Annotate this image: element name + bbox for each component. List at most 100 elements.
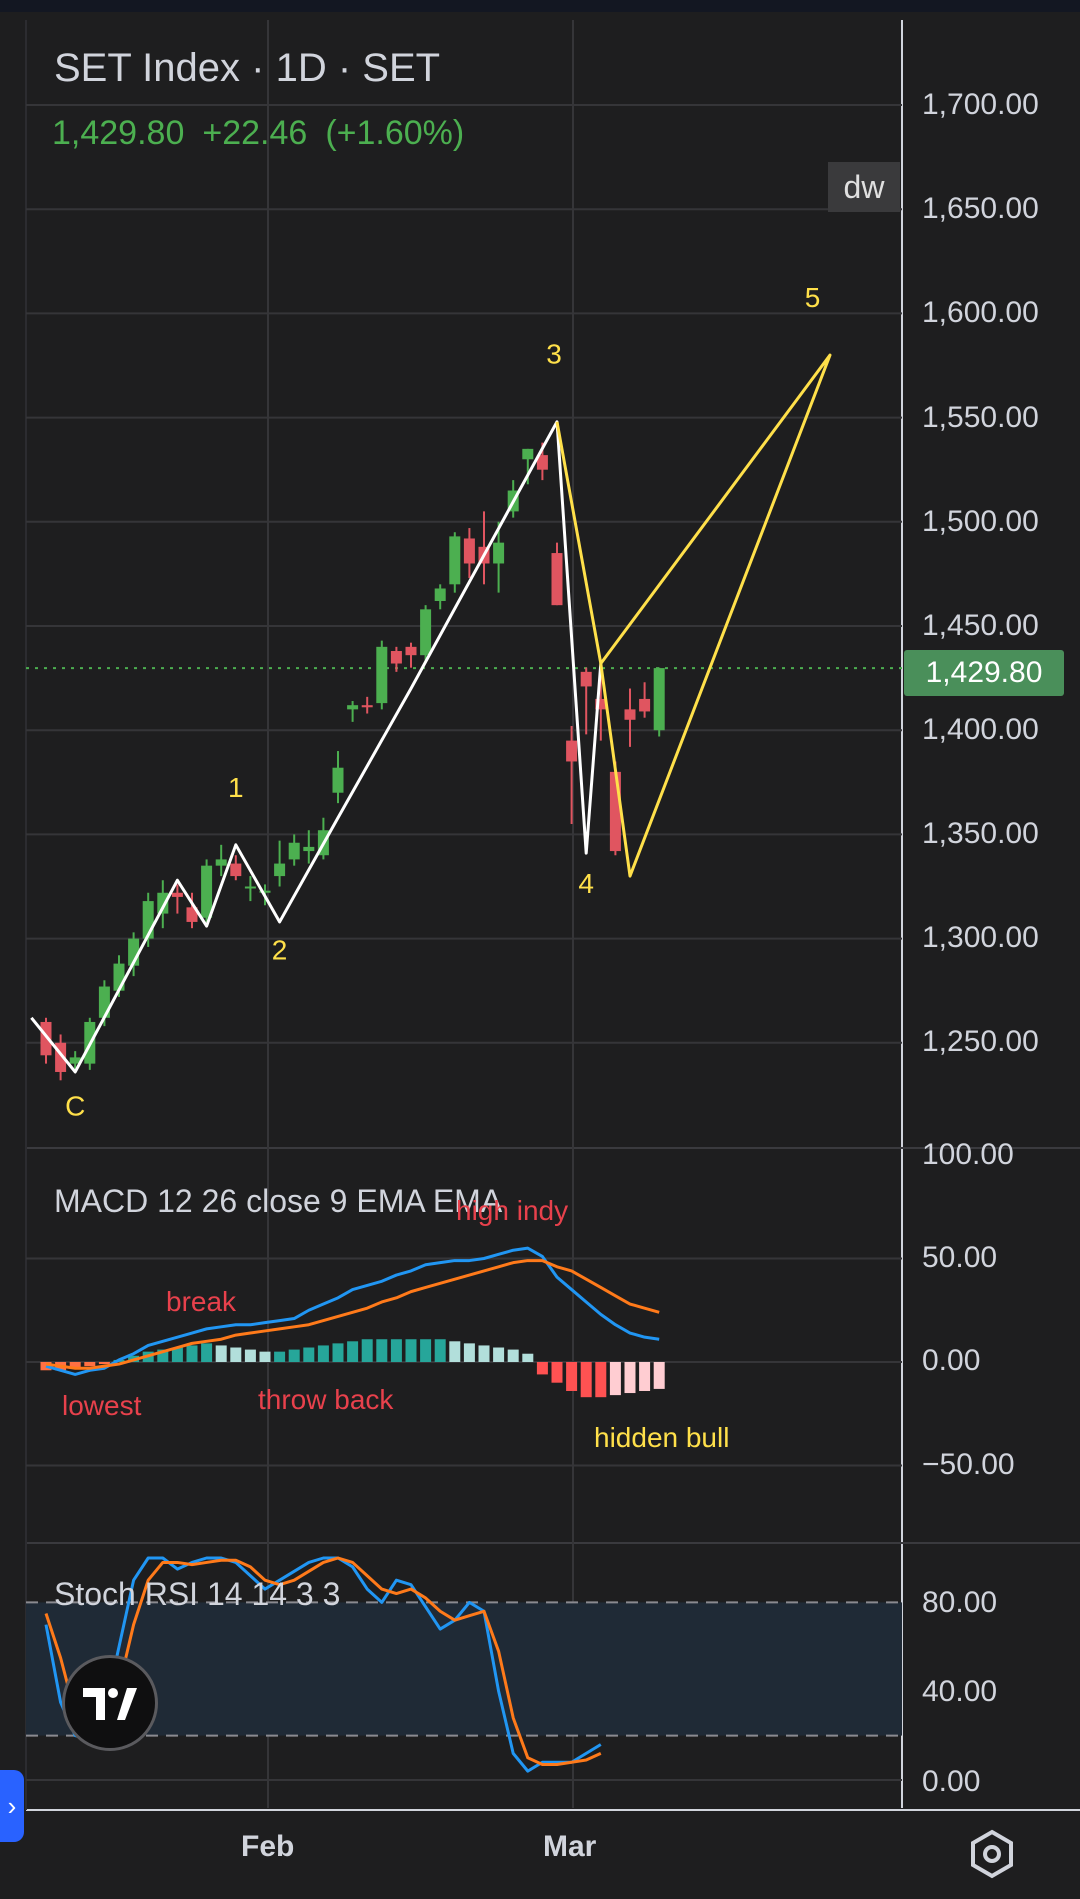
candle [376,646,388,704]
price-axis-tick: 1,700.00 [922,88,1039,121]
wave-label: 2 [272,934,288,965]
candle [288,842,300,860]
last-price-marker: 1,429.80 [904,650,1064,696]
macd-pane-title[interactable]: MACD 12 26 close 9 EMA EMA [54,1183,502,1220]
candle [201,865,213,918]
macd-histogram-bar [449,1341,461,1362]
macd-histogram-bar [507,1349,519,1362]
candle [361,705,373,708]
candle [493,542,505,564]
stoch-band [26,1602,902,1736]
tradingview-logo-icon[interactable] [62,1655,158,1751]
candle [639,698,651,712]
candle [434,588,446,601]
candle [449,536,461,585]
macd-histogram-bar [420,1339,432,1362]
candle [566,740,578,762]
candle [303,846,315,852]
macd-histogram-bar [493,1347,505,1362]
candle [420,609,432,656]
stoch-axis-tick: 40.00 [922,1675,998,1708]
macd-histogram-bar [303,1347,315,1362]
candle [522,448,534,460]
macd-axis-tick: −50.00 [922,1448,1015,1481]
candle [580,671,592,687]
macd-histogram-bar [595,1362,607,1398]
macd-histogram-bar [98,1362,110,1365]
chart-canvas[interactable]: C 1 2 3 4 5 [0,0,1080,1899]
price-axis-tick: 1,400.00 [922,713,1039,746]
macd-histogram-bar [201,1343,213,1362]
wave-label: C [65,1091,85,1122]
chart-title[interactable]: SET Index · 1D · SET [54,46,440,91]
candle [405,646,417,656]
price-axis-tick: 1,650.00 [922,192,1039,225]
macd-histogram-bar [522,1353,534,1362]
stoch-rsi-pane-title[interactable]: Stoch RSI 14 14 3 3 [54,1576,340,1613]
macd-axis-tick: 50.00 [922,1241,998,1274]
macd-histogram-bar [609,1362,621,1396]
stoch-axis-tick: 0.00 [922,1765,981,1798]
macd-histogram-bar [405,1339,417,1362]
macd-histogram-bar [580,1362,592,1398]
price-change: +22.46 [202,114,308,152]
candle [609,771,621,852]
macd-histogram-bar [274,1351,286,1362]
candle [551,553,563,606]
price-row: 1,429.80 +22.46 (+1.60%) [52,114,482,153]
candle [624,709,636,720]
macd-histogram-bar [376,1339,388,1362]
time-axis-label-mar: Mar [543,1830,597,1863]
stoch-axis-tick: 80.00 [922,1586,998,1619]
candle [653,668,665,731]
candle [215,859,227,866]
macd-histogram-bar [624,1362,636,1394]
annotation-break: break [166,1286,237,1317]
macd-histogram-bar [230,1347,242,1362]
macd-histogram-bar [186,1345,198,1362]
price-axis-tick: 1,250.00 [922,1025,1039,1058]
candle [171,892,183,897]
macd-histogram-bar [653,1362,665,1389]
annotation-throw-back: throw back [258,1384,394,1415]
macd-histogram-bar [317,1345,329,1362]
macd-histogram-bar [478,1345,490,1362]
price-axis-tick: 1,600.00 [922,296,1039,329]
macd-axis-tick: 0.00 [922,1344,981,1377]
wave-label: 3 [546,338,562,369]
macd-axis-tick: 100.00 [922,1138,1014,1171]
price-axis-tick: 1,350.00 [922,817,1039,850]
price-axis-tick: 1,550.00 [922,401,1039,434]
macd-histogram-bar [259,1351,271,1362]
macd-histogram-bar [361,1339,373,1362]
candle [244,886,256,889]
macd-histogram-bar [215,1345,227,1362]
macd-histogram-bar [244,1349,256,1362]
candle [390,651,402,664]
macd-histogram-bar [463,1343,475,1362]
price-axis-tick: 1,450.00 [922,609,1039,642]
candle [332,767,344,793]
macd-histogram-bar [288,1349,300,1362]
last-price-value: 1,429.80 [52,114,185,152]
wave-label: 5 [805,282,821,313]
price-change-pct: (+1.60%) [325,114,465,152]
candle [347,705,359,710]
time-axis-label-feb: Feb [241,1830,295,1863]
hexagon-settings-icon[interactable] [964,1826,1020,1882]
candle [274,863,286,877]
elliott-wave-line-yellow [555,353,832,878]
macd-histogram-bar [390,1339,402,1362]
macd-histogram-bar [536,1362,548,1375]
annotation-high-indy: high indy [456,1195,569,1226]
candle [230,863,242,877]
chevron-right-icon[interactable]: › [0,1770,24,1842]
macd-histogram-bar [434,1339,446,1362]
annotation-lowest: lowest [62,1390,142,1421]
price-axis-tick: 1,500.00 [922,505,1039,538]
wave-label: 1 [228,772,244,803]
price-axis-tick: 1,300.00 [922,921,1039,954]
candle [463,538,475,564]
annotation-hidden-bull: hidden bull [594,1422,730,1453]
dw-badge[interactable]: dw [828,162,900,212]
